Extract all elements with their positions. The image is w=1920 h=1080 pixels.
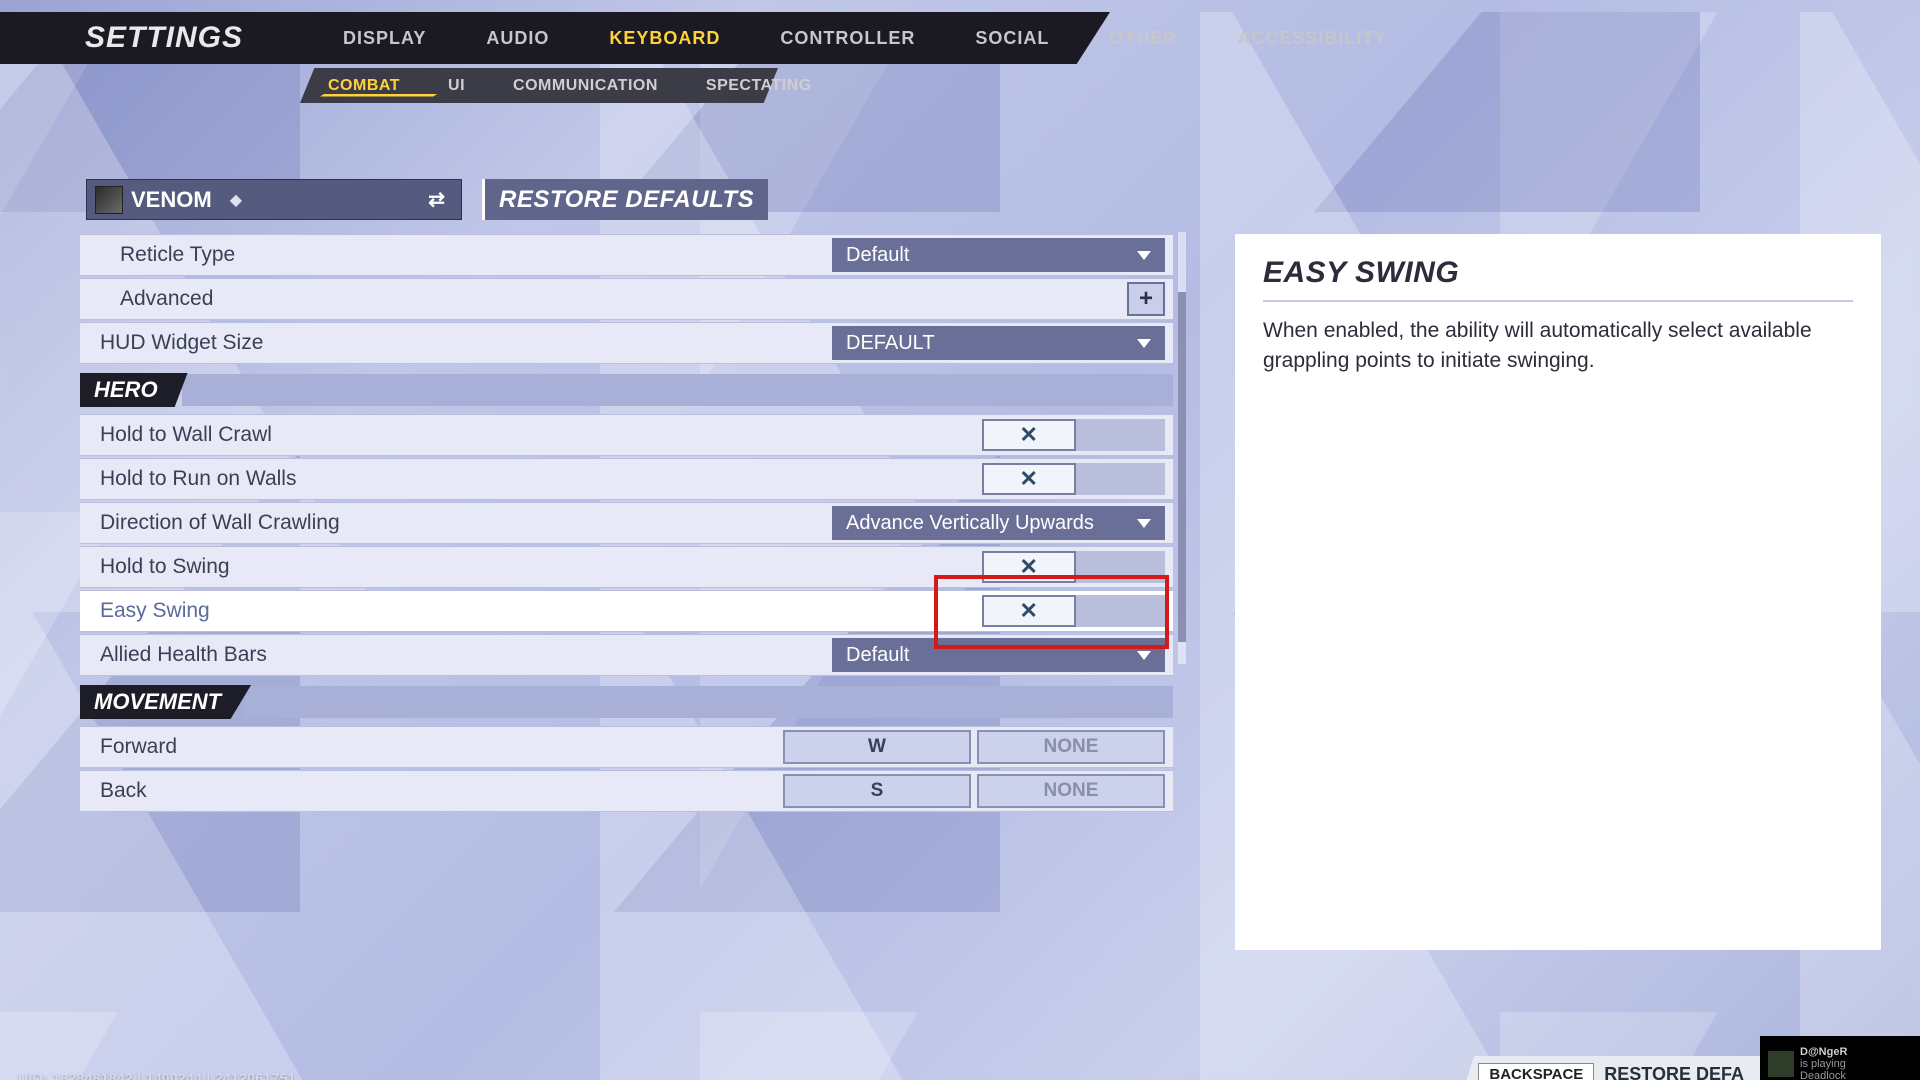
row-run-walls[interactable]: Hold to Run on Walls ✕: [80, 458, 1173, 500]
x-icon: ✕: [1020, 422, 1038, 448]
hero-name: VENOM: [131, 187, 212, 213]
tab-audio[interactable]: AUDIO: [486, 28, 549, 49]
x-icon: ✕: [1020, 554, 1038, 580]
tab-controller[interactable]: CONTROLLER: [780, 28, 915, 49]
run-walls-label: Hold to Run on Walls: [100, 467, 296, 491]
x-icon: ✕: [1020, 466, 1038, 492]
row-advanced[interactable]: Advanced +: [80, 278, 1173, 320]
subtab-ui[interactable]: UI: [448, 77, 465, 95]
footer-label: RESTORE DEFA: [1604, 1064, 1744, 1080]
allied-hp-label: Allied Health Bars: [100, 643, 267, 667]
forward-primary-key[interactable]: W: [783, 730, 971, 764]
main: Reticle Type Default Advanced + HUD Widg…: [80, 234, 1920, 950]
direction-label: Direction of Wall Crawling: [100, 511, 340, 535]
back-primary-key[interactable]: S: [783, 774, 971, 808]
diamond-icon: ◆: [230, 190, 242, 210]
direction-value: Advance Vertically Upwards: [846, 512, 1094, 535]
hold-swing-toggle[interactable]: ✕: [982, 551, 1165, 583]
wall-crawl-toggle[interactable]: ✕: [982, 419, 1165, 451]
notif-game: Deadlock: [1800, 1070, 1847, 1080]
row-hold-swing[interactable]: Hold to Swing ✕: [80, 546, 1173, 588]
settings-list: Reticle Type Default Advanced + HUD Widg…: [80, 234, 1173, 950]
footer-key: BACKSPACE: [1478, 1063, 1594, 1080]
tab-keyboard[interactable]: KEYBOARD: [609, 28, 720, 49]
reticle-type-label: Reticle Type: [120, 243, 235, 267]
info-title: EASY SWING: [1263, 256, 1853, 302]
row-allied-hp[interactable]: Allied Health Bars Default: [80, 634, 1173, 676]
swap-icon: ⇄: [428, 187, 445, 212]
section-hero-label: HERO: [80, 373, 188, 407]
hud-widget-dropdown[interactable]: DEFAULT: [832, 326, 1165, 360]
section-fill: [182, 374, 1173, 406]
forward-secondary-key[interactable]: NONE: [977, 730, 1165, 764]
easy-swing-toggle[interactable]: ✕: [982, 595, 1165, 627]
friend-notification[interactable]: D@NgeR is playing Deadlock: [1760, 1036, 1920, 1080]
allied-hp-value: Default: [846, 644, 909, 667]
subtab-combat-label: COMBAT: [328, 77, 400, 94]
forward-label: Forward: [100, 735, 177, 759]
restore-defaults-button[interactable]: RESTORE DEFAULTS: [482, 179, 768, 220]
advanced-expand-button[interactable]: +: [1127, 282, 1165, 316]
row-easy-swing[interactable]: Easy Swing ✕: [80, 590, 1173, 632]
chevron-down-icon: [1137, 339, 1151, 348]
hero-portrait-icon: [95, 186, 123, 214]
direction-dropdown[interactable]: Advance Vertically Upwards: [832, 506, 1165, 540]
reticle-type-value: Default: [846, 244, 909, 267]
allied-hp-dropdown[interactable]: Default: [832, 638, 1165, 672]
uid-text: UID: 1828481842 | 1400244 | 2412061751: [18, 1070, 296, 1080]
chevron-down-icon: [1137, 519, 1151, 528]
hold-swing-label: Hold to Swing: [100, 555, 230, 579]
hud-widget-value: DEFAULT: [846, 332, 935, 355]
selector-row: VENOM ◆ ⇄ RESTORE DEFAULTS: [86, 179, 1920, 220]
row-reticle-type[interactable]: Reticle Type Default: [80, 234, 1173, 276]
avatar: [1768, 1051, 1794, 1077]
section-fill: [245, 686, 1173, 718]
page-title: SETTINGS: [85, 21, 243, 55]
sub-tabs: COMBAT UI COMMUNICATION SPECTATING: [300, 68, 1920, 103]
run-walls-toggle[interactable]: ✕: [982, 463, 1165, 495]
tab-display[interactable]: DISPLAY: [343, 28, 426, 49]
tab-accessibility[interactable]: ACCESSIBILITY: [1237, 28, 1387, 49]
notif-name: D@NgeR: [1800, 1046, 1847, 1058]
section-movement-label: MOVEMENT: [80, 685, 251, 719]
x-icon: ✕: [1020, 598, 1038, 624]
row-forward[interactable]: Forward W NONE: [80, 726, 1173, 768]
chevron-down-icon: [1137, 251, 1151, 260]
footer: BACKSPACE RESTORE DEFA D@NgeR is playing…: [1462, 1036, 1920, 1080]
chevron-down-icon: [1137, 651, 1151, 660]
row-direction[interactable]: Direction of Wall Crawling Advance Verti…: [80, 502, 1173, 544]
advanced-label: Advanced: [120, 287, 213, 311]
top-nav: DISPLAY AUDIO KEYBOARD CONTROLLER SOCIAL…: [343, 28, 1387, 49]
back-secondary-key[interactable]: NONE: [977, 774, 1165, 808]
subtab-underline: [320, 94, 438, 97]
row-wall-crawl[interactable]: Hold to Wall Crawl ✕: [80, 414, 1173, 456]
wall-crawl-label: Hold to Wall Crawl: [100, 423, 272, 447]
info-panel: EASY SWING When enabled, the ability wil…: [1235, 234, 1881, 950]
subtab-spectating[interactable]: SPECTATING: [706, 77, 812, 95]
row-back[interactable]: Back S NONE: [80, 770, 1173, 812]
notif-status: is playing: [1800, 1058, 1847, 1070]
reticle-type-dropdown[interactable]: Default: [832, 238, 1165, 272]
tab-other[interactable]: OTHER: [1109, 28, 1177, 49]
footer-hint: BACKSPACE RESTORE DEFA: [1462, 1056, 1760, 1080]
hud-widget-label: HUD Widget Size: [100, 331, 263, 355]
info-body: When enabled, the ability will automatic…: [1263, 316, 1853, 377]
back-label: Back: [100, 779, 147, 803]
section-movement: MOVEMENT: [80, 682, 1173, 722]
row-hud-widget[interactable]: HUD Widget Size DEFAULT: [80, 322, 1173, 364]
section-hero: HERO: [80, 370, 1173, 410]
tab-social[interactable]: SOCIAL: [975, 28, 1049, 49]
topbar: SETTINGS DISPLAY AUDIO KEYBOARD CONTROLL…: [0, 12, 1920, 64]
hero-selector[interactable]: VENOM ◆ ⇄: [86, 179, 462, 220]
subtab-combat[interactable]: COMBAT: [328, 77, 400, 95]
subtab-communication[interactable]: COMMUNICATION: [513, 77, 658, 95]
easy-swing-label: Easy Swing: [100, 599, 210, 623]
